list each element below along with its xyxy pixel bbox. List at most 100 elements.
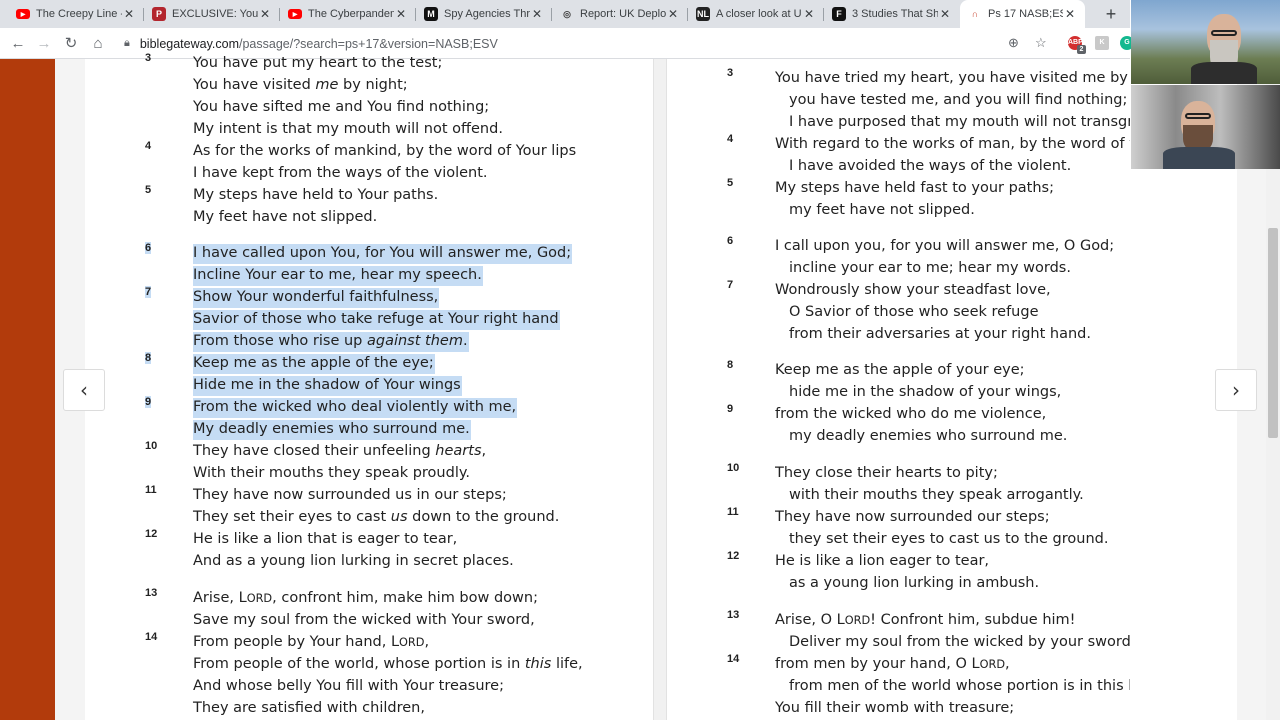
close-tab-icon[interactable]: ✕	[394, 7, 408, 21]
tab-strip: ▶The Creepy Line -✕PEXCLUSIVE: YouTu✕▶Th…	[0, 0, 1130, 28]
verse-number[interactable]: 10	[145, 440, 157, 452]
bookmark-star-icon[interactable]: ☆	[1035, 35, 1047, 51]
verse-line: Wondrously show your steadfast love,	[775, 282, 1051, 298]
scrollbar-thumb[interactable]	[1268, 228, 1278, 438]
verse-number[interactable]: 9	[727, 403, 733, 415]
verse-number[interactable]: 11	[145, 484, 157, 496]
verse-line: Save my soul from the wicked with Your s…	[193, 612, 535, 628]
verse-number[interactable]: 9	[145, 396, 152, 408]
verse-line: Incline Your ear to me, hear my speech.	[193, 266, 483, 286]
glasses	[1211, 30, 1237, 36]
verse-line: They close their hearts to pity;	[775, 465, 998, 481]
verse-line: From those who rise up against them.	[193, 332, 469, 352]
verse-number[interactable]: 6	[145, 242, 152, 254]
browser-tab[interactable]: ▶ The Creepy Line - ✕	[8, 0, 144, 28]
close-tab-icon[interactable]: ✕	[122, 7, 136, 21]
verse-number[interactable]: 3	[145, 52, 151, 64]
verse-line: Keep me as the apple of your eye;	[775, 362, 1025, 378]
verse-line: I call upon you, for you will answer me,…	[775, 238, 1115, 254]
verse-line: I have kept from the ways of the violent…	[193, 165, 488, 181]
reload-icon[interactable]: ↻	[61, 34, 81, 54]
verse-line: You have tried my heart, you have visite…	[775, 70, 1130, 86]
verse-line: Arise, O LORD! Confront him, subdue him!	[775, 612, 1076, 628]
url-path: /passage/?search=ps+17&version=NASB;ESV	[239, 36, 498, 51]
next-chapter-button[interactable]: ›	[1215, 369, 1257, 411]
verse-line: He is like a lion eager to tear,	[775, 553, 990, 569]
verse-line: my deadly enemies who surround me.	[789, 428, 1068, 444]
home-icon[interactable]: ⌂	[88, 34, 108, 54]
verse-line: you have tested me, and you will find no…	[789, 92, 1128, 108]
verse-line: From people by Your hand, LORD,	[193, 634, 430, 650]
column-divider	[653, 59, 667, 720]
verse-line: You have visited me by night;	[193, 77, 408, 93]
forward-arrow-icon[interactable]: →	[34, 34, 54, 54]
verse-line: They set their eyes to cast us down to t…	[193, 509, 560, 525]
verse-line: They have now surrounded our steps;	[775, 509, 1050, 525]
verse-line: My deadly enemies who surround me.	[193, 420, 471, 440]
close-tab-icon[interactable]: ✕	[802, 7, 816, 21]
tab-title: Spy Agencies Thre	[444, 8, 530, 20]
verse-number[interactable]: 10	[727, 462, 739, 474]
verse-number[interactable]: 6	[727, 235, 733, 247]
glasses	[1185, 113, 1211, 119]
f-icon: F	[832, 7, 846, 21]
verse-number[interactable]: 7	[727, 279, 733, 291]
verse-line: And as a young lion lurking in secret pl…	[193, 553, 514, 569]
new-tab-button[interactable]: +	[1100, 4, 1122, 24]
verse-number[interactable]: 4	[145, 140, 151, 152]
browser-toolbar: ← → ↻ ⌂ 🔒︎ biblegateway.com/passage/?sea…	[0, 28, 1134, 59]
close-tab-icon[interactable]: ✕	[258, 7, 272, 21]
verse-number[interactable]: 14	[727, 653, 739, 665]
verse-number[interactable]: 8	[145, 352, 152, 364]
verse-line: From people of the world, whose portion …	[193, 656, 583, 672]
close-tab-icon[interactable]: ✕	[666, 7, 680, 21]
browser-tab[interactable]: NL A closer look at U ✕	[688, 0, 824, 28]
verse-number[interactable]: 13	[727, 609, 739, 621]
browser-tab[interactable]: M Spy Agencies Thre ✕	[416, 0, 552, 28]
verse-line: With regard to the works of man, by the …	[775, 136, 1130, 152]
verse-line: You have sifted me and You find nothing;	[193, 99, 490, 115]
verse-line: My steps have held fast to your paths;	[775, 180, 1054, 196]
verse-number[interactable]: 14	[145, 631, 157, 643]
biblegateway-icon: ∩	[971, 9, 979, 19]
verse-number[interactable]: 5	[145, 184, 151, 196]
verse-number[interactable]: 13	[145, 587, 157, 599]
verse-line: You fill their womb with treasure;	[775, 700, 1015, 716]
webcam-feed-top	[1131, 0, 1280, 84]
verse-number[interactable]: 5	[727, 177, 733, 189]
browser-tab[interactable]: ∩ Ps 17 NASB;ESV - I✕	[960, 0, 1085, 28]
verse-line: Hide me in the shadow of Your wings	[193, 376, 462, 396]
close-tab-icon[interactable]: ✕	[1063, 7, 1077, 21]
browser-tab[interactable]: P EXCLUSIVE: YouTu✕	[144, 0, 280, 28]
tab-title: A closer look at U	[716, 8, 802, 20]
address-bar[interactable]: 🔒︎ biblegateway.com/passage/?search=ps+1…	[116, 31, 1066, 56]
tab-title: 3 Studies That Sho	[852, 8, 938, 20]
extension-k-icon[interactable]: K	[1095, 36, 1109, 50]
verse-number[interactable]: 4	[727, 133, 733, 145]
verse-line: From the wicked who deal violently with …	[193, 398, 518, 418]
verse-line: incline your ear to me; hear my words.	[789, 260, 1071, 276]
close-tab-icon[interactable]: ✕	[938, 7, 952, 21]
verse-number[interactable]: 11	[727, 506, 739, 518]
back-arrow-icon[interactable]: ←	[8, 34, 28, 54]
browser-tab[interactable]: F 3 Studies That Sho ✕	[824, 0, 960, 28]
verse-number[interactable]: 3	[727, 67, 733, 79]
tab-title: The Creepy Line -	[36, 8, 122, 20]
verse-line: As for the works of mankind, by the word…	[193, 143, 577, 159]
verse-number[interactable]: 12	[727, 550, 739, 562]
verse-line: I have avoided the ways of the violent.	[789, 158, 1072, 174]
verse-line: With their mouths they speak proudly.	[193, 465, 470, 481]
verse-line: Show Your wonderful faithfulness,	[193, 288, 440, 308]
verse-number[interactable]: 12	[145, 528, 157, 540]
close-tab-icon[interactable]: ✕	[530, 7, 544, 21]
verse-line: hide me in the shadow of your wings,	[789, 384, 1062, 400]
verse-line: My steps have held to Your paths.	[193, 187, 439, 203]
chevron-left-icon: ‹	[80, 378, 88, 402]
verse-line: as a young lion lurking in ambush.	[789, 575, 1040, 591]
previous-chapter-button[interactable]: ‹	[63, 369, 105, 411]
browser-tab[interactable]: ◎ Report: UK Deploy ✕	[552, 0, 688, 28]
verse-number[interactable]: 7	[145, 286, 152, 298]
zoom-icon[interactable]: ⊕	[1008, 35, 1019, 51]
browser-tab[interactable]: ▶ The Cyberpandem ✕	[280, 0, 416, 28]
verse-number[interactable]: 8	[727, 359, 733, 371]
